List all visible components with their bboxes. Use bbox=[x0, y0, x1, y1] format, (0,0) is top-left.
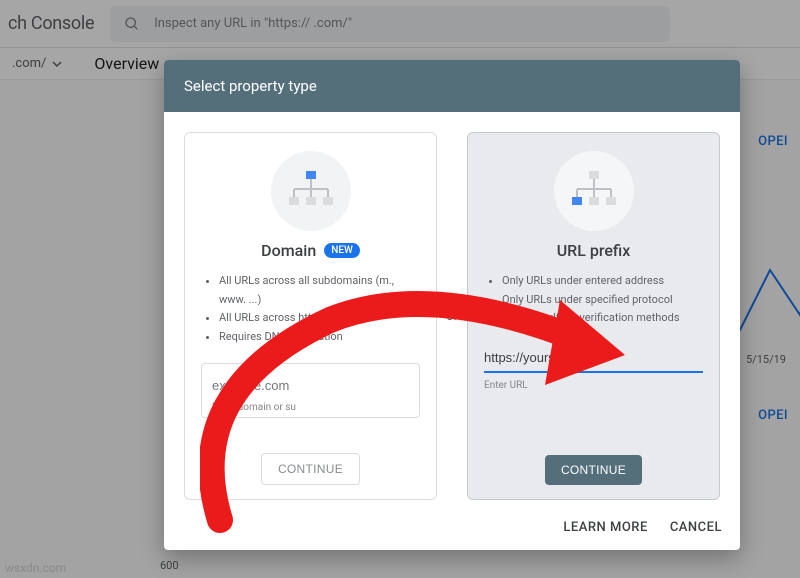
select-property-type-dialog: Select property type Domain NEW bbox=[164, 60, 740, 550]
url-prefix-bullets: Only URLs under entered address Only URL… bbox=[484, 272, 703, 328]
domain-bullets: All URLs across all subdomains (m., www.… bbox=[201, 272, 420, 347]
new-badge: NEW bbox=[324, 243, 360, 258]
learn-more-button[interactable]: LEARN MORE bbox=[563, 520, 647, 535]
url-prefix-title-text: URL prefix bbox=[557, 241, 631, 260]
url-prefix-card-title: URL prefix bbox=[557, 241, 631, 260]
url-prefix-bullet: Only URLs under specified protocol bbox=[502, 291, 703, 310]
domain-title-text: Domain bbox=[261, 241, 316, 260]
domain-continue-button[interactable]: CONTINUE bbox=[261, 453, 360, 485]
dialog-title: Select property type bbox=[164, 60, 740, 112]
url-prefix-bullet: Only URLs under entered address bbox=[502, 272, 703, 291]
url-continue-button[interactable]: CONTINUE bbox=[545, 455, 642, 485]
domain-bullet: All URLs across https or http bbox=[219, 309, 420, 328]
domain-input-wrap[interactable]: Enter domain or su bbox=[201, 363, 420, 418]
domain-input[interactable] bbox=[212, 372, 409, 399]
url-prefix-icon bbox=[554, 151, 634, 231]
or-divider: or bbox=[437, 132, 467, 500]
domain-card-title: Domain NEW bbox=[261, 241, 360, 260]
url-input[interactable] bbox=[484, 344, 703, 373]
url-prefix-card[interactable]: URL prefix Only URLs under entered addre… bbox=[467, 132, 720, 500]
domain-bullet: Requires DNS verification bbox=[219, 328, 420, 347]
domain-card[interactable]: Domain NEW All URLs across all subdomain… bbox=[184, 132, 437, 500]
url-prefix-bullet: Allows multiple verification methods bbox=[502, 309, 703, 328]
dialog-body: Domain NEW All URLs across all subdomain… bbox=[164, 112, 740, 504]
cancel-button[interactable]: CANCEL bbox=[670, 520, 722, 535]
url-input-wrap[interactable] bbox=[484, 344, 703, 373]
domain-bullet: All URLs across all subdomains (m., www.… bbox=[219, 272, 420, 309]
dialog-actions: LEARN MORE CANCEL bbox=[164, 504, 740, 550]
url-input-hint: Enter URL bbox=[484, 380, 528, 391]
domain-input-hint: Enter domain or su bbox=[212, 402, 409, 413]
watermark: wsxdn.com bbox=[5, 561, 66, 575]
domain-icon bbox=[271, 151, 351, 231]
